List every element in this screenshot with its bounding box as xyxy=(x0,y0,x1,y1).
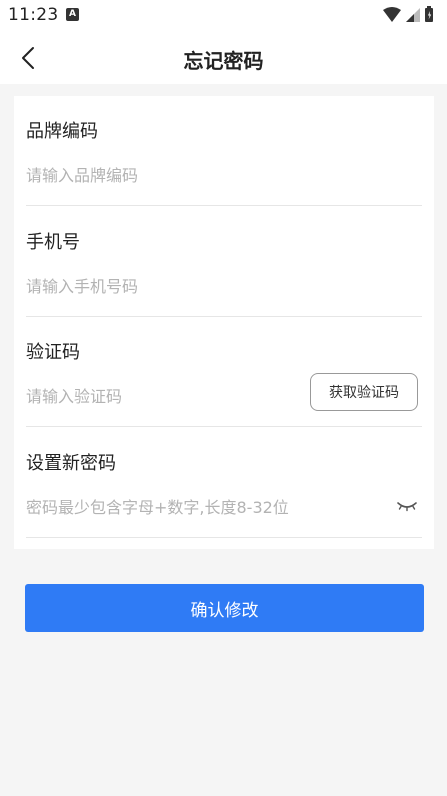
verify-code-label: 验证码 xyxy=(26,342,80,363)
eye-closed-icon xyxy=(397,502,417,512)
nav-bar: 忘记密码 xyxy=(0,32,447,84)
status-icons xyxy=(381,5,441,25)
new-password-field: 设置新密码 xyxy=(26,428,422,538)
brand-code-label: 品牌编码 xyxy=(26,121,98,142)
notification-a-icon: A xyxy=(66,8,79,21)
verify-code-input[interactable] xyxy=(26,381,296,411)
new-password-input[interactable] xyxy=(26,492,356,522)
brand-code-field: 品牌编码 xyxy=(26,96,422,206)
wifi-icon xyxy=(383,7,401,22)
battery-icon xyxy=(425,6,433,22)
verify-code-field: 验证码 获取验证码 xyxy=(26,317,422,427)
signal-icon xyxy=(406,8,420,22)
brand-code-input[interactable] xyxy=(26,160,296,190)
phone-field: 手机号 xyxy=(26,207,422,317)
phone-input[interactable] xyxy=(26,271,296,301)
get-code-button[interactable]: 获取验证码 xyxy=(310,373,418,411)
phone-label: 手机号 xyxy=(26,232,80,253)
status-bar: 11:23 A xyxy=(0,0,447,32)
confirm-button[interactable]: 确认修改 xyxy=(25,584,424,632)
page-title: 忘记密码 xyxy=(183,49,264,73)
form-card: 品牌编码 手机号 验证码 获取验证码 设置新密码 xyxy=(14,96,434,549)
new-password-label: 设置新密码 xyxy=(26,453,116,474)
password-visibility-toggle[interactable] xyxy=(396,498,418,514)
status-time: 11:23 xyxy=(8,5,59,25)
